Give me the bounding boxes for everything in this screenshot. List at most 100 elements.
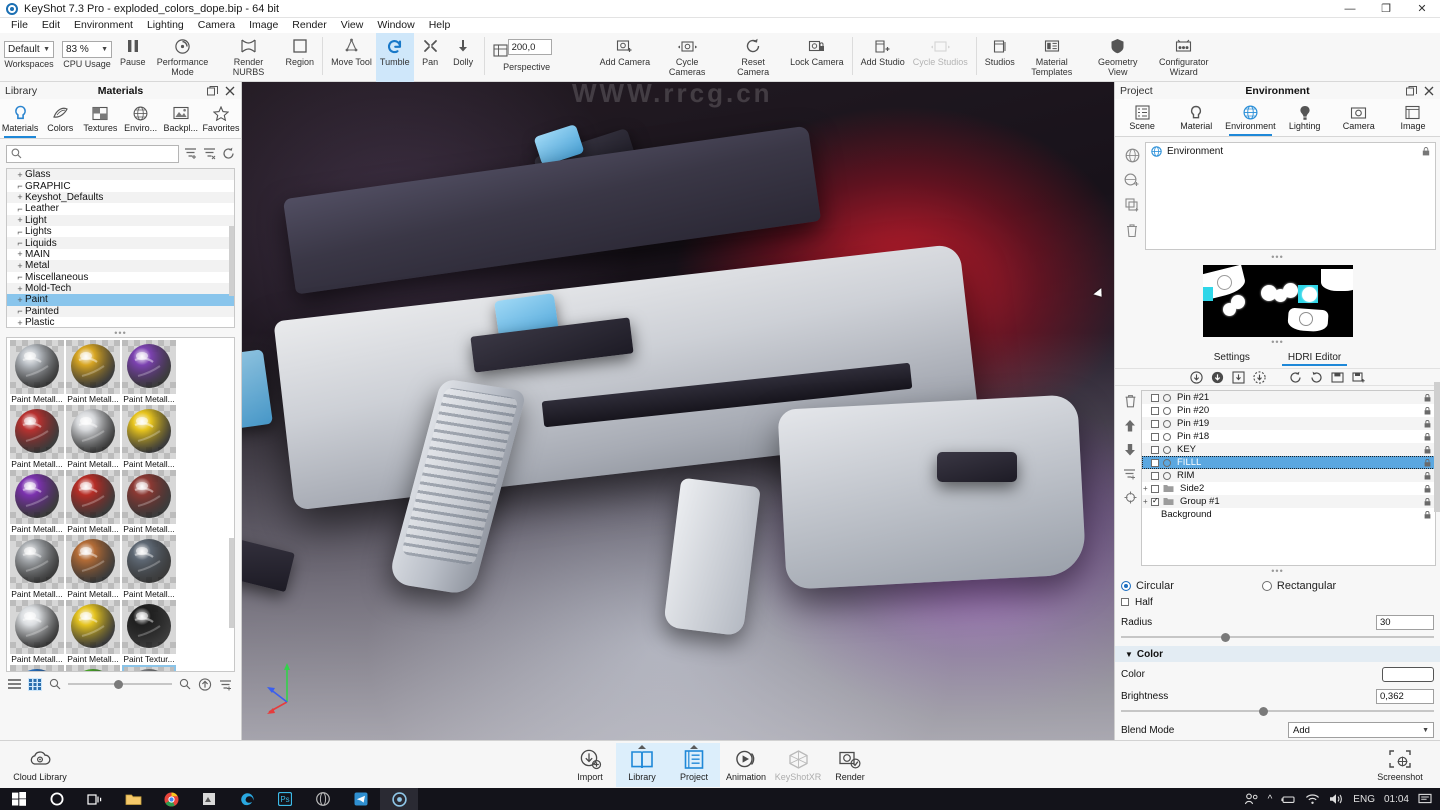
lock-icon[interactable] [1424, 458, 1431, 467]
thumbnail-size-slider[interactable] [68, 679, 172, 689]
pin-visibility-checkbox[interactable] [1151, 393, 1159, 402]
people-icon[interactable] [1244, 793, 1259, 805]
pin-row[interactable]: RIM [1142, 469, 1435, 482]
menu-item-lighting[interactable]: Lighting [140, 18, 191, 33]
tree-item-main[interactable]: + MAIN [7, 249, 234, 260]
add-environment-icon[interactable] [1124, 173, 1140, 188]
photoshop-icon[interactable]: Ps [266, 788, 304, 810]
project-panel-scrollbar[interactable] [1434, 382, 1440, 512]
grid-view-icon[interactable] [28, 677, 42, 691]
screenshot-button[interactable]: Screenshot [1374, 743, 1426, 787]
expand-plus-icon[interactable]: + [15, 170, 25, 180]
menu-item-file[interactable]: File [4, 18, 35, 33]
chrome-icon[interactable] [152, 788, 190, 810]
clock[interactable]: 01:04 [1384, 794, 1409, 805]
project-tab-material[interactable]: Material [1169, 99, 1223, 136]
environment-list-item[interactable]: Environment [1146, 143, 1435, 159]
material-thumbnail[interactable]: Paint Metall... [122, 340, 176, 404]
lock-icon[interactable] [1424, 497, 1431, 506]
pin-row[interactable]: + Group #1 [1142, 495, 1435, 508]
library-filter-icon[interactable] [184, 147, 198, 160]
search-input[interactable] [6, 144, 179, 163]
library-tab-enviro[interactable]: Enviro... [121, 99, 161, 138]
move-down-icon[interactable] [1124, 443, 1136, 456]
expand-plus-icon[interactable]: + [15, 318, 25, 327]
expand-plus-icon[interactable]: + [15, 284, 25, 294]
brightness-slider[interactable] [1121, 706, 1434, 716]
trash-icon[interactable] [1125, 223, 1139, 238]
pin-row[interactable]: + Side2 [1142, 482, 1435, 495]
workspaces-combo[interactable]: Default ▼ [4, 41, 54, 58]
tray-expand-chevron-icon[interactable]: ^ [1268, 794, 1273, 805]
library-filter-remove-icon[interactable] [203, 147, 217, 160]
environment-list[interactable]: Environment [1145, 142, 1436, 250]
perspective-value-field[interactable]: 200,0 [507, 39, 552, 55]
menu-item-image[interactable]: Image [242, 18, 285, 33]
perspective-control[interactable]: 200,0 [489, 33, 556, 82]
import-pin-icon[interactable] [1189, 370, 1203, 384]
material-thumbnail[interactable]: Paint Metall... [10, 470, 64, 534]
target-icon[interactable] [1124, 491, 1137, 504]
expand-plus-icon[interactable]: + [15, 261, 25, 271]
dock-button-render[interactable]: Render [824, 743, 876, 787]
dock-button-import[interactable]: Import [564, 743, 616, 787]
close-button[interactable]: ✕ [1404, 0, 1440, 18]
move-tool-button[interactable]: Move Tool [327, 33, 376, 82]
expand-plus-icon[interactable]: + [15, 295, 25, 305]
rectangular-radio[interactable] [1261, 581, 1272, 591]
lock-icon[interactable] [1424, 432, 1431, 441]
color-swatch[interactable] [1382, 666, 1434, 682]
notification-icon[interactable] [1418, 793, 1432, 805]
pause-button[interactable]: Pause [116, 33, 150, 82]
panel-splitter-props[interactable]: ••• [1115, 566, 1440, 576]
move-up-icon[interactable] [1124, 419, 1136, 432]
color-section-header[interactable]: ▼ Color [1115, 646, 1440, 662]
maximize-button[interactable]: ❐ [1368, 0, 1404, 18]
material-thumbnail[interactable]: Paint Textur... [122, 600, 176, 664]
cortana-icon[interactable] [38, 788, 76, 810]
material-category-tree[interactable]: + Glass ⌐ GRAPHIC + Keyshot_Defaults ⌐ Leather +… [6, 168, 235, 328]
project-tab-camera[interactable]: Camera [1332, 99, 1386, 136]
render-viewport[interactable]: WWW.rrcg.cn [242, 82, 1114, 740]
panel-splitter-hdri-top[interactable]: ••• [1115, 252, 1440, 262]
pin-row[interactable]: FILLL [1142, 456, 1435, 469]
tree-item-mold-tech[interactable]: + Mold-Tech [7, 282, 234, 295]
material-thumbnail[interactable]: Paint Metall... [66, 600, 120, 664]
tree-branch-icon[interactable]: ⌐ [15, 181, 25, 191]
menu-item-view[interactable]: View [334, 18, 371, 33]
brightness-input[interactable]: 0,362 [1376, 688, 1434, 704]
expand-plus-icon[interactable]: + [1143, 484, 1148, 493]
refresh-icon[interactable] [1289, 371, 1302, 384]
tree-scrollbar[interactable] [229, 225, 234, 296]
panel-splitter-top[interactable]: ••• [0, 328, 241, 338]
close-icon[interactable] [1424, 86, 1434, 96]
tree-item-graphic[interactable]: ⌐ GRAPHIC [7, 180, 234, 192]
material-thumbnail[interactable]: Paint Textur... [66, 665, 120, 671]
menu-item-edit[interactable]: Edit [35, 18, 67, 33]
hdri-preview-thumbnail[interactable] [1202, 265, 1353, 337]
project-tab-scene[interactable]: Scene [1115, 99, 1169, 136]
save-icon[interactable] [1330, 371, 1344, 384]
project-tab-image[interactable]: Image [1386, 99, 1440, 136]
lock-icon[interactable] [1424, 471, 1431, 480]
menu-item-help[interactable]: Help [422, 18, 458, 33]
tree-branch-icon[interactable]: ⌐ [15, 227, 25, 237]
volume-icon[interactable] [1329, 793, 1344, 805]
refresh-icon[interactable] [222, 147, 235, 160]
tumble-button[interactable]: Tumble [375, 33, 414, 82]
zoom-out-icon[interactable] [49, 678, 61, 690]
material-thumbnail[interactable]: Paint Textur... [10, 665, 64, 671]
lock-icon[interactable] [1422, 146, 1430, 156]
material-thumbnail[interactable]: Paint Metall... [66, 405, 120, 469]
tree-item-painted[interactable]: ⌐ Painted [7, 305, 234, 318]
material-thumbnail[interactable]: Paint Metall... [122, 470, 176, 534]
half-checkbox[interactable] [1121, 598, 1129, 606]
lock-icon[interactable] [1424, 419, 1431, 428]
hdri-tab-hdri-editor[interactable]: HDRI Editor [1281, 350, 1348, 366]
menu-item-environment[interactable]: Environment [67, 18, 140, 33]
workspaces-control[interactable]: Default ▼ Workspaces [0, 33, 58, 82]
import-material-icon[interactable] [219, 678, 233, 691]
undock-icon[interactable] [207, 85, 218, 96]
upload-icon[interactable] [198, 677, 212, 691]
dolly-button[interactable]: Dolly [447, 33, 480, 82]
